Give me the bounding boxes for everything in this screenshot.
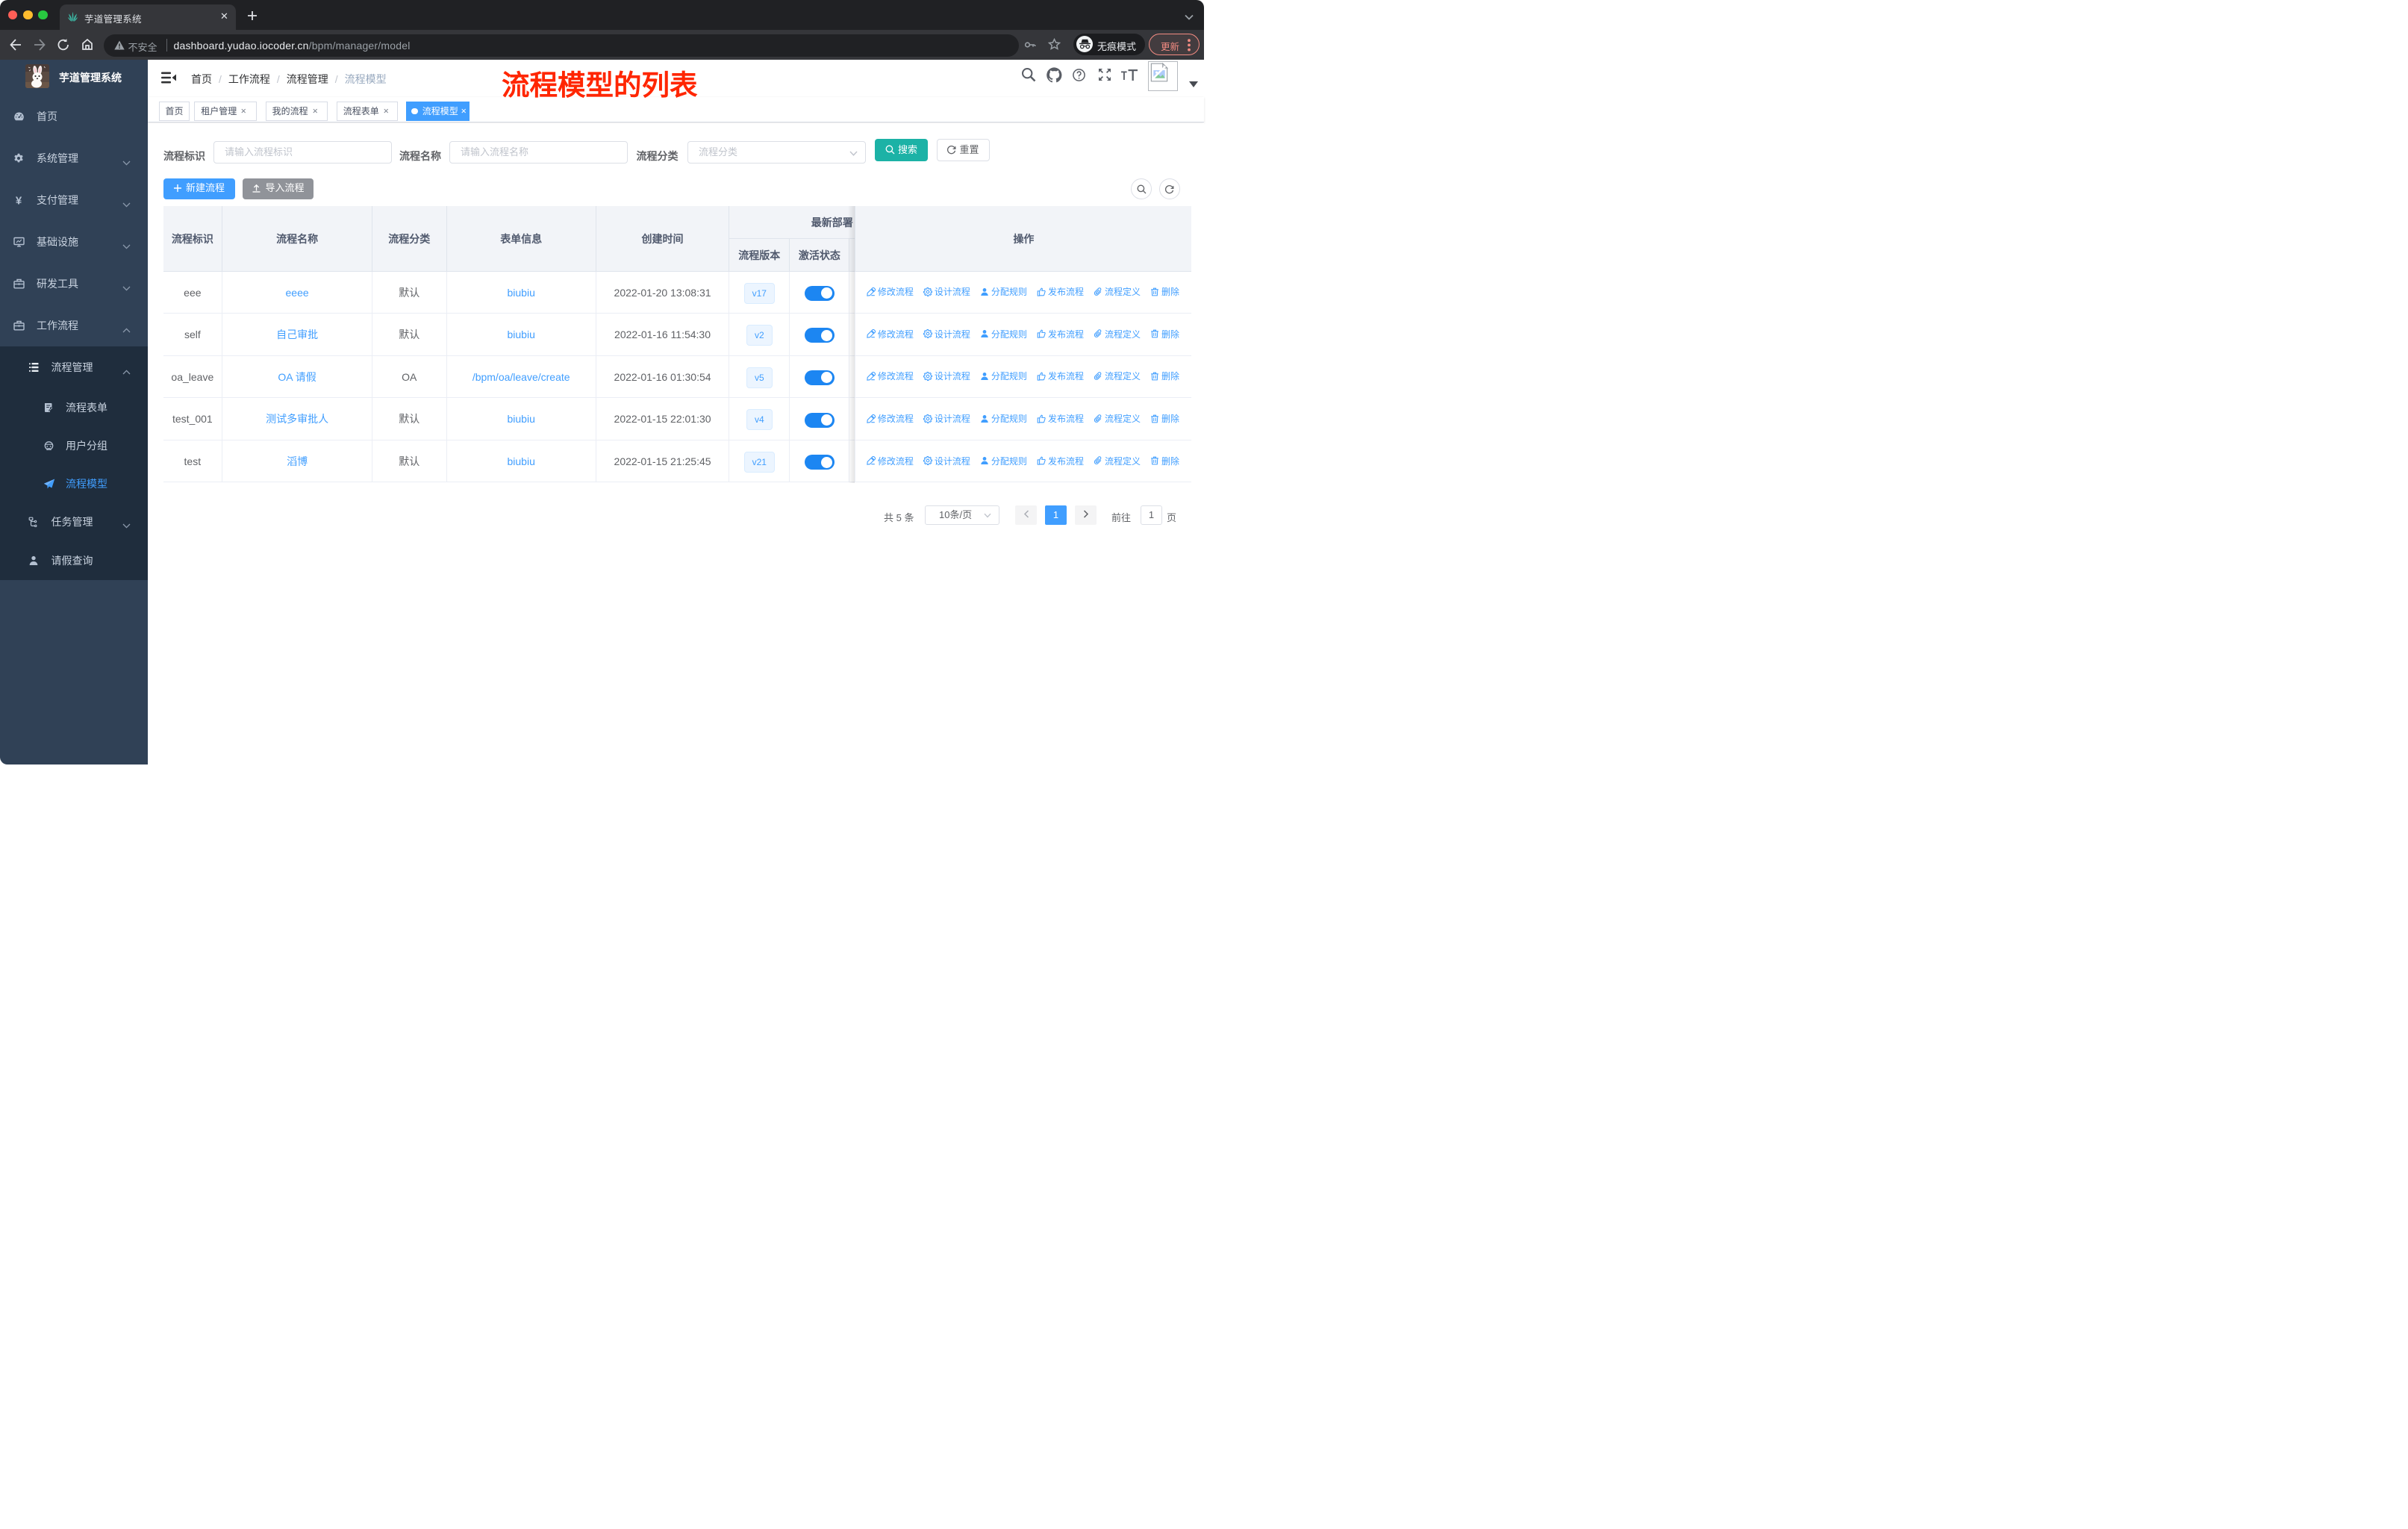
svg-text:¥: ¥ — [16, 195, 22, 205]
